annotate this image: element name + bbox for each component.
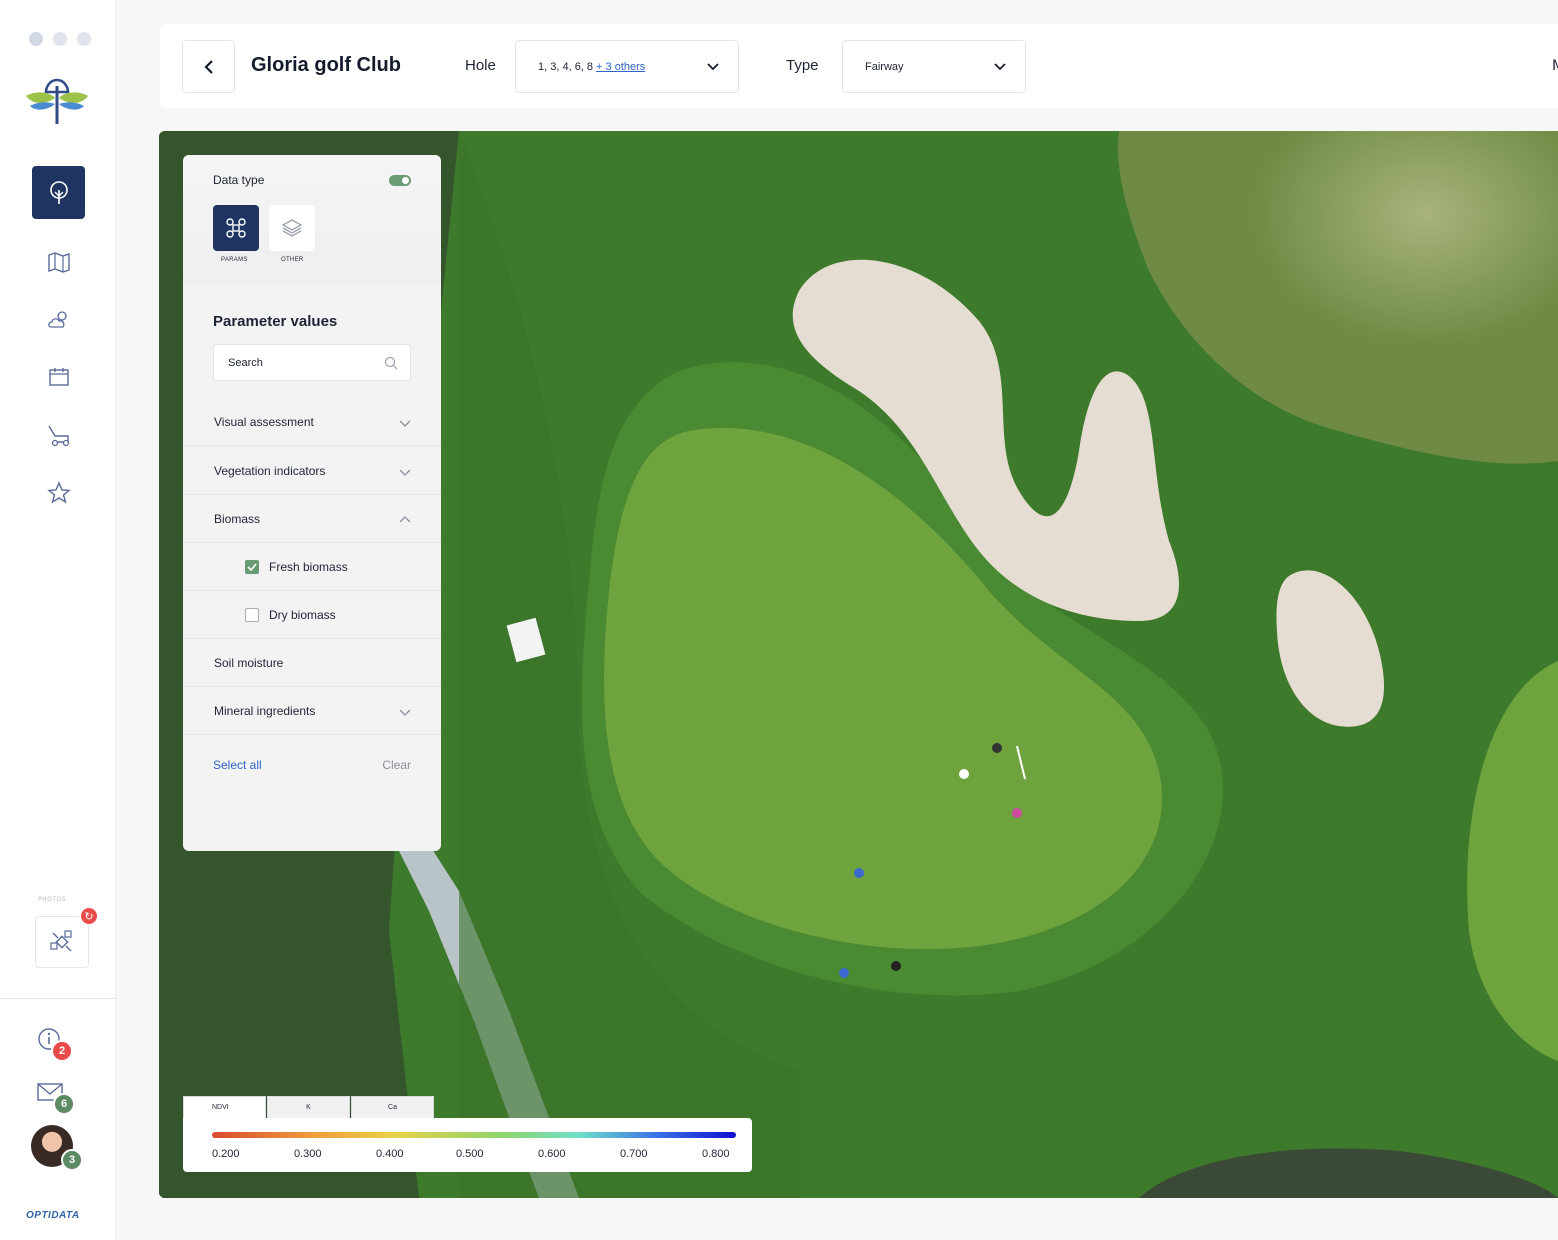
row-label: Mineral ingredients: [214, 703, 316, 718]
window-dot: [53, 32, 67, 46]
soil-moisture-row[interactable]: Soil moisture: [183, 639, 441, 687]
sidebar-item-calendar[interactable]: [32, 350, 85, 403]
params-caption: PARAMS: [221, 257, 248, 263]
map-icon: [47, 251, 70, 273]
top-header: Gloria golf Club Hole 1, 3, 4, 6, 8 + 3 …: [160, 24, 1558, 108]
vegetation-indicators-row[interactable]: Vegetation indicators: [183, 447, 441, 495]
row-label: Visual assessment: [214, 414, 314, 429]
dragonfly-logo-icon: [26, 78, 88, 124]
legend-value: 0.300: [294, 1148, 322, 1160]
sidebar-item-golf[interactable]: [32, 166, 85, 219]
window-dots: [29, 32, 91, 46]
sidebar-item-map[interactable]: [32, 235, 85, 288]
legend-value: 0.600: [538, 1148, 566, 1160]
info-count-badge: 2: [51, 1040, 73, 1062]
biomass-row[interactable]: Biomass: [183, 495, 441, 543]
sidebar-item-mower[interactable]: [32, 408, 85, 461]
chevron-down-icon: [994, 63, 1006, 71]
dry-biomass-checkbox[interactable]: [245, 608, 259, 622]
sidebar-item-favorites[interactable]: [32, 466, 85, 519]
hole-label: Hole: [465, 57, 496, 74]
calendar-icon: [48, 367, 69, 386]
mineral-ingredients-row[interactable]: Mineral ingredients: [183, 687, 441, 735]
chevron-down-icon: [707, 63, 719, 71]
window-dot: [29, 32, 43, 46]
type-select[interactable]: Fairway: [842, 40, 1026, 93]
data-type-label: Data type: [213, 173, 265, 187]
sidebar: PHOTOS ↻ 2 6 3 OPTIDATA: [0, 0, 116, 1240]
chevron-left-icon: [203, 59, 213, 74]
legend-value: 0.500: [456, 1148, 484, 1160]
row-label: Fresh biomass: [269, 559, 348, 574]
data-filter-panel: Data type PARAMS OTHER Parameter values …: [183, 155, 441, 851]
select-all-button[interactable]: Select all: [213, 758, 262, 772]
visual-assessment-row[interactable]: Visual assessment: [183, 398, 441, 446]
hole-select[interactable]: 1, 3, 4, 6, 8 + 3 others: [515, 40, 739, 93]
parameter-values-title: Parameter values: [213, 313, 338, 330]
row-label: Biomass: [214, 511, 261, 526]
page-title: Gloria golf Club: [251, 54, 401, 76]
back-button[interactable]: [182, 40, 235, 93]
window-dot: [77, 32, 91, 46]
chevron-down-icon: [399, 469, 411, 476]
other-caption: OTHER: [281, 257, 304, 263]
sidebar-item-weather[interactable]: [32, 293, 85, 346]
params-button[interactable]: [213, 205, 259, 251]
legend-tabs: NDVI K Ca: [183, 1096, 434, 1118]
photos-label: PHOTOS: [38, 896, 67, 903]
legend-tab-ndvi[interactable]: NDVI: [183, 1096, 266, 1118]
row-label: Dry biomass: [269, 607, 336, 622]
dry-biomass-row[interactable]: Dry biomass: [183, 591, 441, 639]
fresh-biomass-row[interactable]: Fresh biomass: [183, 543, 441, 591]
legend-value: 0.200: [212, 1148, 240, 1160]
row-label: Soil moisture: [214, 655, 284, 670]
avatar-count-badge: 3: [61, 1149, 83, 1171]
chevron-down-icon: [399, 420, 411, 427]
chevron-up-icon: [399, 516, 411, 523]
star-icon: [46, 480, 71, 504]
sidebar-divider: [0, 998, 116, 999]
legend-value: 0.800: [702, 1148, 730, 1160]
mail-count-badge: 6: [53, 1093, 75, 1115]
type-select-value: Fairway: [865, 60, 904, 73]
type-label: Type: [786, 57, 819, 74]
layers-icon: [281, 219, 303, 237]
row-label: Vegetation indicators: [214, 463, 326, 478]
satellite-icon: [50, 930, 72, 952]
tree-icon: [49, 180, 68, 204]
legend-tab-k[interactable]: K: [267, 1096, 350, 1118]
lawn-mower-icon: [47, 425, 69, 446]
drone-icon: [226, 218, 246, 238]
photos-button[interactable]: [35, 916, 89, 968]
data-type-toggle[interactable]: [389, 175, 411, 186]
hole-select-value: 1, 3, 4, 6, 8: [538, 60, 594, 73]
weather-icon: [47, 310, 67, 328]
legend-value: 0.700: [620, 1148, 648, 1160]
search-placeholder: Search: [228, 356, 263, 369]
clear-button[interactable]: Clear: [382, 758, 411, 772]
legend-gradient-bar: [212, 1132, 736, 1138]
check-icon: [247, 563, 257, 572]
legend-tab-ca[interactable]: Ca: [351, 1096, 434, 1118]
search-input[interactable]: Search: [213, 344, 411, 381]
search-icon: [384, 356, 398, 370]
legend-scale: 0.200 0.300 0.400 0.500 0.600 0.700 0.80…: [183, 1118, 752, 1172]
fresh-biomass-checkbox[interactable]: [245, 560, 259, 574]
legend-value: 0.400: [376, 1148, 404, 1160]
other-button[interactable]: [269, 205, 315, 251]
sync-icon: ↻: [79, 906, 99, 926]
chevron-down-icon: [399, 709, 411, 716]
header-overflow-text: M: [1552, 58, 1558, 74]
hole-more-link[interactable]: + 3 others: [596, 61, 645, 73]
brand-logo-text: OPTIDATA: [26, 1210, 80, 1221]
